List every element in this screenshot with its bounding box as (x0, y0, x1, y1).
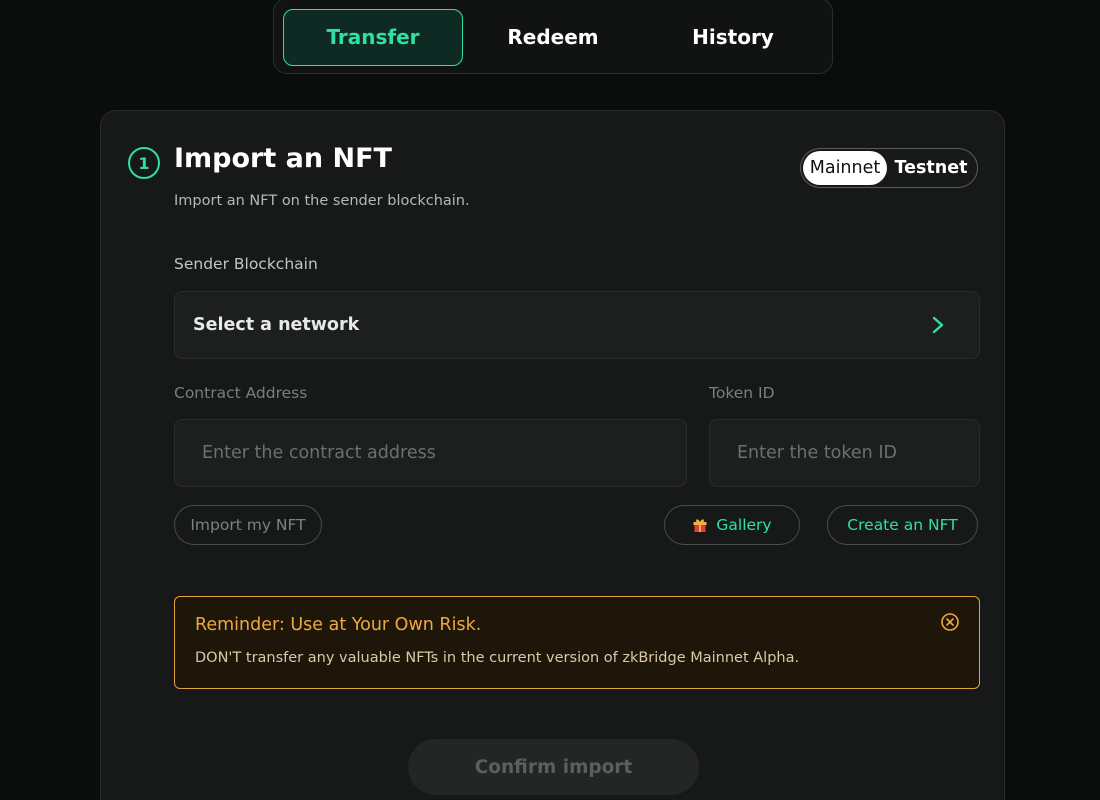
tab-history[interactable]: History (643, 9, 823, 66)
tab-redeem[interactable]: Redeem (463, 9, 643, 66)
tab-transfer[interactable]: Transfer (283, 8, 463, 66)
risk-reminder-banner: Reminder: Use at Your Own Risk. DON'T tr… (174, 596, 980, 689)
close-icon[interactable] (940, 612, 960, 632)
sender-blockchain-label: Sender Blockchain (174, 255, 318, 273)
create-nft-button[interactable]: Create an NFT (827, 505, 978, 545)
create-nft-label: Create an NFT (847, 516, 958, 534)
reminder-title: Reminder: Use at Your Own Risk. (195, 615, 482, 635)
gallery-label: Gallery (716, 516, 772, 534)
token-id-input[interactable] (709, 419, 980, 487)
network-toggle: Mainnet Testnet (800, 148, 978, 188)
testnet-option[interactable]: Testnet (887, 151, 975, 185)
token-id-label: Token ID (709, 384, 775, 402)
page: Transfer Redeem History 1 Import an NFT … (0, 0, 1100, 800)
confirm-import-button[interactable]: Confirm import (408, 739, 699, 795)
step-number-badge: 1 (128, 147, 160, 179)
gift-icon (693, 519, 707, 532)
mainnet-option[interactable]: Mainnet (803, 151, 887, 185)
chevron-right-icon (932, 316, 944, 334)
import-my-nft-button[interactable]: Import my NFT (174, 505, 322, 545)
gallery-button[interactable]: Gallery (664, 505, 800, 545)
tab-bar: Transfer Redeem History (273, 0, 833, 74)
contract-address-label: Contract Address (174, 384, 308, 402)
sender-blockchain-value: Select a network (193, 315, 360, 335)
page-title: Import an NFT (174, 143, 392, 174)
contract-address-input[interactable] (174, 419, 687, 487)
sender-blockchain-select[interactable]: Select a network (174, 291, 980, 359)
reminder-body: DON'T transfer any valuable NFTs in the … (195, 650, 800, 666)
import-my-nft-label: Import my NFT (190, 516, 306, 534)
page-subtitle: Import an NFT on the sender blockchain. (174, 193, 470, 209)
import-nft-card: 1 Import an NFT Import an NFT on the sen… (100, 110, 1005, 800)
